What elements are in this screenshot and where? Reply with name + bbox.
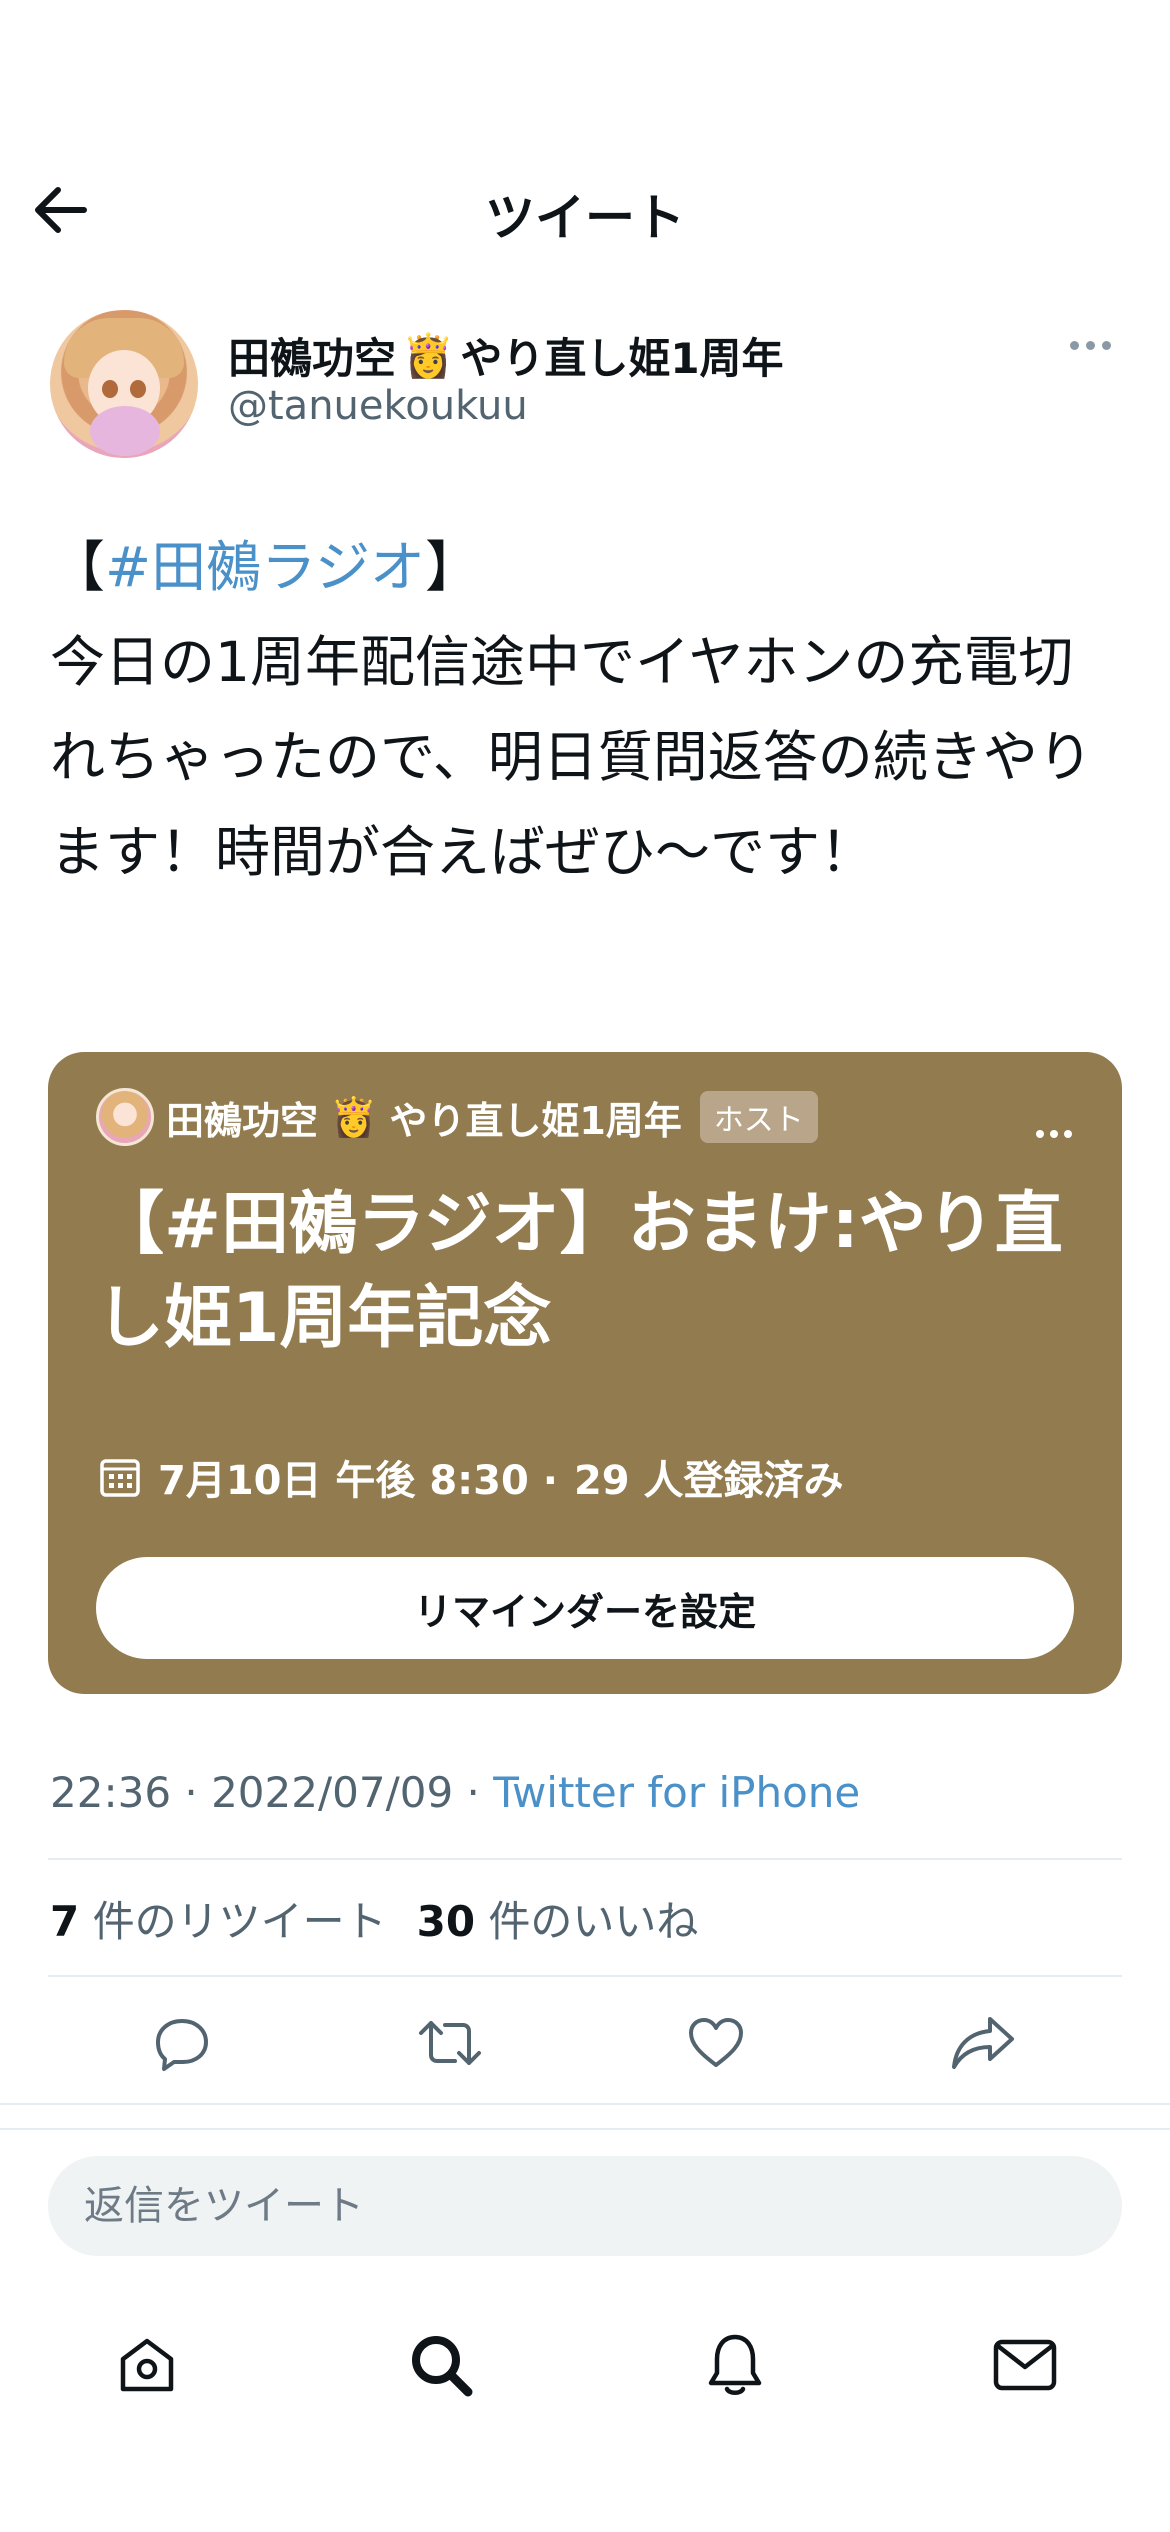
tweet-author: 田鵺功空 👸 やり直し姫1周年 @tanuekoukuu — [50, 305, 1120, 465]
retweet-icon[interactable] — [410, 2003, 490, 2083]
reply-box[interactable] — [48, 2156, 1122, 2256]
avatar[interactable] — [50, 310, 198, 458]
space-title: 【#田鵺ラジオ】おまけ:やり直し姫1周年記念 — [96, 1185, 1063, 1358]
space-date: 7月10日 午後 8:30 · — [158, 1458, 558, 1504]
space-more-icon[interactable] — [1036, 1130, 1072, 1138]
tweet-text: 【#田鵺ラジオ】 今日の1周年配信途中でイヤホンの充電切れちゃったので、明日質問… — [50, 520, 1120, 900]
likes-count: 30 — [416, 1897, 476, 1946]
author-name[interactable]: 田鵺功空 👸 やり直し姫1周年 — [228, 325, 784, 386]
source-link[interactable]: Twitter for iPhone — [493, 1768, 860, 1817]
host-name-suffix: やり直し姫1周年 — [389, 1098, 682, 1143]
set-reminder-button[interactable]: リマインダーを設定 — [96, 1557, 1074, 1659]
reply-icon[interactable] — [142, 2003, 222, 2083]
divider — [48, 1975, 1122, 1977]
host-emoji: 👸 — [330, 1094, 378, 1139]
tweet-stats: 7 件のリツイート 30 件のいいね — [50, 1888, 698, 1949]
likes-label: 件のいいね — [488, 1897, 699, 1946]
retweets-count: 7 — [50, 1897, 80, 1946]
tweet-body: 今日の1周年配信途中でイヤホンの充電切れちゃったので、明日質問返答の続きやります… — [50, 630, 1093, 884]
bracket-close: 】 — [425, 535, 481, 599]
tweet-timestamp: 22:36 · 2022/07/09 · Twitter for iPhone — [50, 1768, 860, 1817]
calendar-icon — [100, 1459, 140, 1497]
author-name-suffix: やり直し姫1周年 — [460, 334, 784, 383]
hashtag-link[interactable]: #田鵺ラジオ — [105, 535, 425, 599]
like-icon[interactable] — [676, 2003, 756, 2083]
host-avatar — [96, 1088, 154, 1146]
host-name-prefix: 田鵺功空 — [166, 1098, 319, 1143]
time-date: 22:36 · 2022/07/09 · — [50, 1768, 480, 1817]
messages-icon[interactable] — [980, 2320, 1070, 2410]
bracket-open: 【 — [50, 535, 106, 599]
retweets-label: 件のリツイート — [92, 1897, 387, 1946]
host-badge: ホスト — [699, 1091, 818, 1143]
author-name-prefix: 田鵺功空 — [228, 334, 397, 383]
divider — [0, 2103, 1170, 2105]
divider — [0, 2128, 1170, 2130]
likes-stat[interactable]: 30 件のいいね — [417, 1888, 699, 1949]
space-registered-count: 29 人登録済み — [573, 1458, 844, 1504]
space-schedule: 7月10日 午後 8:30 · 29 人登録済み — [98, 1448, 844, 1506]
more-options-icon[interactable] — [1060, 335, 1120, 355]
space-card[interactable]: 田鵺功空 👸 やり直し姫1周年 ホスト 【#田鵺ラジオ】おまけ:やり直し姫1周年… — [48, 1052, 1122, 1694]
retweets-stat[interactable]: 7 件のリツイート — [50, 1888, 387, 1949]
top-nav: ツイート — [0, 160, 1170, 250]
bottom-tab-bar — [0, 2310, 1170, 2420]
page-title: ツイート — [485, 189, 685, 247]
home-icon[interactable] — [102, 2320, 192, 2410]
notifications-icon[interactable] — [690, 2320, 780, 2410]
author-handle[interactable]: @tanuekoukuu — [228, 383, 528, 429]
reply-input[interactable] — [84, 2183, 1122, 2229]
space-host-row: 田鵺功空 👸 やり直し姫1周年 ホスト — [96, 1088, 818, 1146]
share-icon[interactable] — [943, 2003, 1023, 2083]
tweet-actions — [48, 2003, 1122, 2083]
search-icon[interactable] — [396, 2320, 486, 2410]
divider — [48, 1858, 1122, 1860]
princess-emoji: 👸 — [402, 330, 455, 380]
